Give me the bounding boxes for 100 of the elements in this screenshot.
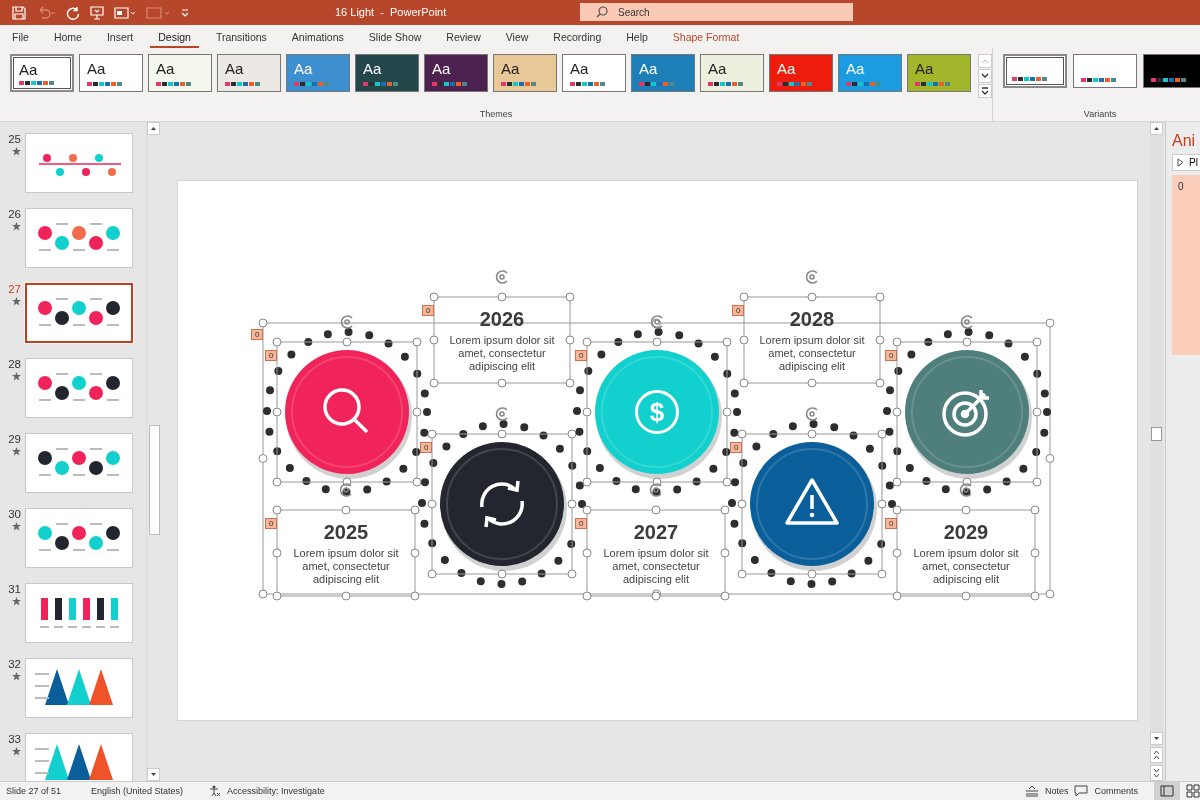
theme-thumbnail[interactable]: Aa: [700, 54, 764, 92]
animation-tag[interactable]: 0: [732, 305, 745, 316]
selection-frame[interactable]: [582, 505, 730, 601]
selection-frame[interactable]: [272, 505, 420, 601]
scroll-up-icon[interactable]: [1150, 122, 1163, 135]
rotate-handle-icon[interactable]: [340, 315, 353, 329]
next-slide-icon[interactable]: [1150, 765, 1163, 781]
year-label: 2025: [323, 520, 369, 544]
theme-thumbnail[interactable]: Aa: [769, 54, 833, 92]
accessibility-icon[interactable]: [209, 785, 222, 797]
ribbon-tab[interactable]: Shape Format: [664, 25, 748, 48]
ribbon-tab[interactable]: Help: [618, 25, 656, 48]
animation-tag[interactable]: 0: [885, 350, 898, 361]
save-icon[interactable]: [12, 5, 26, 20]
rotate-handle-icon[interactable]: [959, 483, 972, 497]
ribbon-tab[interactable]: Transitions: [207, 25, 275, 48]
animation-tag[interactable]: 0: [885, 518, 898, 529]
slide-thumbnail[interactable]: [25, 433, 133, 493]
animation-tag[interactable]: 0: [422, 305, 435, 316]
theme-thumbnail[interactable]: Aa: [907, 54, 971, 92]
ribbon-tab[interactable]: Review: [438, 25, 489, 48]
theme-thumbnail[interactable]: Aa: [493, 54, 557, 92]
redo-icon[interactable]: [66, 5, 80, 20]
scrollbar[interactable]: [1150, 122, 1163, 781]
animation-tag[interactable]: 0: [265, 350, 278, 361]
presenter-icon[interactable]: [90, 5, 104, 20]
animation-tag[interactable]: 0: [575, 350, 588, 361]
animation-tag[interactable]: 0: [575, 518, 588, 529]
refresh-icon: [480, 480, 524, 528]
more-icon[interactable]: [978, 84, 992, 98]
selection-frame[interactable]: [739, 292, 885, 388]
selection-frame[interactable]: [582, 337, 732, 487]
slide-thumbnail[interactable]: [25, 283, 133, 343]
rotate-handle-icon[interactable]: [960, 315, 973, 329]
scroll-down-icon[interactable]: [978, 69, 992, 83]
star-icon: [12, 222, 21, 231]
search-field[interactable]: Search: [580, 3, 853, 21]
variant-thumbnail[interactable]: [1073, 54, 1137, 88]
theme-thumbnail[interactable]: Aa: [148, 54, 212, 92]
selection-frame[interactable]: [892, 505, 1040, 601]
slide-thumbnail[interactable]: [25, 133, 133, 193]
theme-thumbnail[interactable]: Aa: [79, 54, 143, 92]
rotate-handle-icon[interactable]: [495, 270, 508, 284]
slide-thumbnail[interactable]: [25, 658, 133, 718]
variant-thumbnail[interactable]: [1003, 54, 1067, 88]
rotate-handle-icon[interactable]: [805, 407, 818, 421]
ribbon-tab[interactable]: Recording: [545, 25, 610, 48]
ribbon-tab[interactable]: Home: [45, 25, 90, 48]
ribbon-tab[interactable]: Design: [150, 25, 199, 48]
rotate-handle-icon[interactable]: [649, 483, 662, 497]
scroll-down-icon[interactable]: [1150, 732, 1163, 745]
slide-thumbnail[interactable]: [25, 208, 133, 268]
animation-tag[interactable]: 0: [730, 442, 743, 453]
slide-thumbnail[interactable]: [25, 733, 133, 781]
notes-icon[interactable]: [1024, 785, 1039, 797]
selection-frame[interactable]: [737, 429, 887, 579]
ribbon-tab[interactable]: Insert: [98, 25, 142, 48]
rotate-handle-icon[interactable]: [805, 270, 818, 284]
selection-frame[interactable]: [272, 337, 422, 487]
rotate-handle-icon[interactable]: [495, 407, 508, 421]
previous-slide-icon[interactable]: [1150, 747, 1163, 763]
language-indicator[interactable]: English (United States): [91, 786, 184, 796]
rotate-handle-icon[interactable]: [339, 483, 352, 497]
theme-thumbnail[interactable]: Aa: [217, 54, 281, 92]
sorter-view-icon[interactable]: [1186, 784, 1200, 798]
pane-title: Ani: [1172, 132, 1197, 150]
notes-button[interactable]: Notes: [1044, 786, 1069, 796]
normal-view-icon[interactable]: [1154, 782, 1180, 800]
customize-caret-icon[interactable]: [180, 7, 190, 18]
theme-thumbnail[interactable]: Aa: [10, 54, 74, 92]
animation-entry[interactable]: 0: [1178, 181, 1184, 192]
animation-tag[interactable]: 0: [420, 442, 433, 453]
ribbon-tab[interactable]: Animations: [283, 25, 352, 48]
scroll-down-icon[interactable]: [147, 768, 160, 781]
rotate-handle-icon[interactable]: [650, 315, 663, 329]
comment-icon[interactable]: [1074, 785, 1089, 797]
theme-thumbnail[interactable]: Aa: [562, 54, 626, 92]
scrollbar[interactable]: [146, 122, 160, 781]
ribbon-tab[interactable]: View: [497, 25, 537, 48]
play-button[interactable]: Pl: [1172, 154, 1200, 171]
ribbon-tab[interactable]: File: [4, 25, 37, 48]
slide-thumbnail[interactable]: [25, 583, 133, 643]
theme-thumbnail[interactable]: Aa: [424, 54, 488, 92]
accessibility-status[interactable]: Accessibility: Investigate: [227, 786, 325, 796]
slide-layout-icon[interactable]: [114, 5, 136, 20]
scroll-thumb[interactable]: [149, 425, 160, 535]
selection-frame[interactable]: [429, 292, 575, 388]
scroll-up-icon[interactable]: [147, 122, 160, 135]
animation-tag[interactable]: 0: [265, 518, 278, 529]
slide-thumbnail[interactable]: [25, 508, 133, 568]
selection-frame[interactable]: [892, 337, 1042, 487]
scroll-thumb[interactable]: [1151, 426, 1162, 441]
ribbon-tab[interactable]: Slide Show: [360, 25, 430, 48]
selection-frame[interactable]: [427, 429, 577, 579]
comments-button[interactable]: Comments: [1094, 786, 1138, 796]
variant-thumbnail[interactable]: [1143, 54, 1200, 88]
theme-thumbnail[interactable]: Aa: [631, 54, 695, 92]
slide-thumbnail[interactable]: [25, 358, 133, 418]
theme-thumbnail[interactable]: Aa: [355, 54, 419, 92]
animation-tag[interactable]: 0: [251, 329, 264, 340]
